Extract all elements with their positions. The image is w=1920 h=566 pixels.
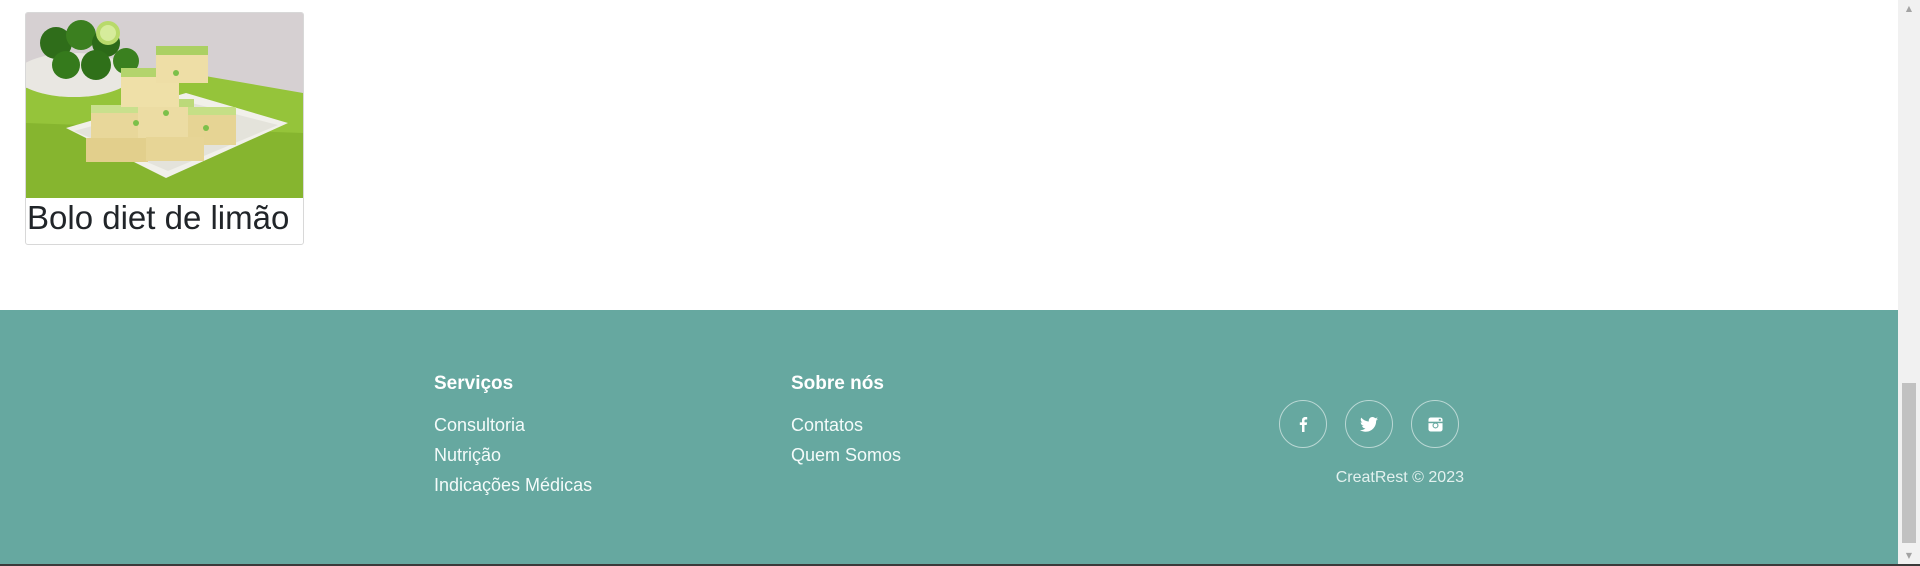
instagram-icon [1427, 416, 1443, 432]
recipe-card[interactable]: Bolo diet de limão [25, 12, 304, 245]
footer-about-column: Sobre nós Contatos Quem Somos [791, 372, 901, 470]
copyright-text: CreatRest © 2023 [1335, 469, 1464, 486]
scrollbar-thumb[interactable] [1902, 383, 1916, 543]
twitter-icon [1360, 416, 1378, 432]
about-list: Contatos Quem Somos [791, 410, 901, 470]
lime-cake-photo [26, 13, 303, 198]
lime-cake-image[interactable] [26, 13, 303, 198]
footer-services-column: Serviços Consultoria Nutrição Indicações… [434, 372, 592, 500]
scroll-down-arrow-icon[interactable]: ▼ [1898, 547, 1920, 564]
services-link-consultoria[interactable]: Consultoria [434, 410, 592, 440]
services-link-indicacoes[interactable]: Indicações Médicas [434, 470, 592, 500]
twitter-button[interactable] [1345, 400, 1393, 448]
viewport: Bolo diet de limão Serviços Consultoria … [0, 0, 1898, 566]
site-footer: Serviços Consultoria Nutrição Indicações… [0, 310, 1898, 564]
facebook-icon [1299, 417, 1308, 432]
facebook-button[interactable] [1279, 400, 1327, 448]
services-list: Consultoria Nutrição Indicações Médicas [434, 410, 592, 500]
recipe-title[interactable]: Bolo diet de limão [27, 198, 289, 238]
services-link-nutricao[interactable]: Nutrição [434, 440, 592, 470]
about-link-contatos[interactable]: Contatos [791, 410, 901, 440]
page: Bolo diet de limão Serviços Consultoria … [0, 0, 1920, 566]
services-heading: Serviços [434, 373, 514, 394]
vertical-scrollbar[interactable]: ▲ ▼ [1898, 0, 1920, 564]
about-link-quem-somos[interactable]: Quem Somos [791, 440, 901, 470]
about-heading: Sobre nós [791, 373, 884, 394]
instagram-button[interactable] [1411, 400, 1459, 448]
social-links [1279, 400, 1459, 448]
scroll-up-arrow-icon[interactable]: ▲ [1898, 0, 1920, 17]
